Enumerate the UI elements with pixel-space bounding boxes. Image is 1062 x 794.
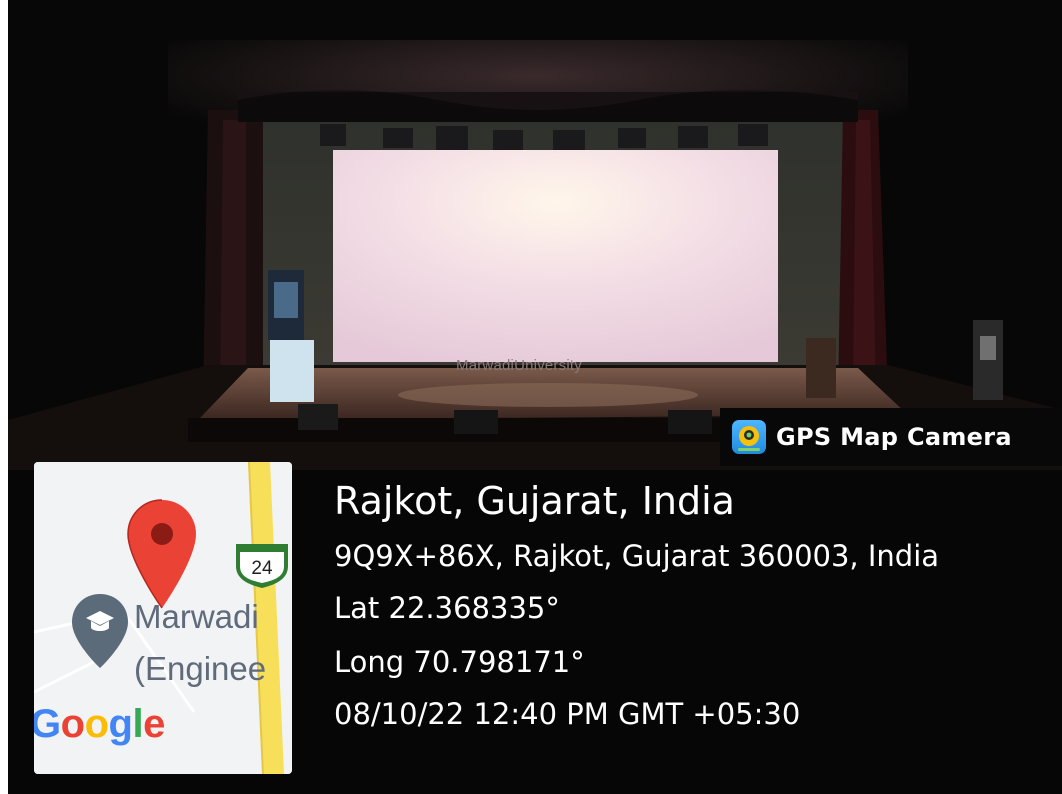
google-logo: Google <box>34 704 165 744</box>
google-logo-letter: e <box>143 702 165 746</box>
location-info-block: Rajkot, Gujarat, India 9Q9X+86X, Rajkot,… <box>334 479 939 729</box>
longitude-line: Long 70.798171° <box>334 645 585 679</box>
auditorium-stage-photo: MarwadiUniversity <box>8 0 1062 470</box>
address-line: 9Q9X+86X, Rajkot, Gujarat 360003, India <box>334 539 940 573</box>
latitude-line: Lat 22.368335° <box>334 591 560 625</box>
map-place-label-line2: (Enginee <box>134 650 267 687</box>
map-place-label-line1: Marwadi <box>134 598 259 635</box>
gps-map-camera-badge: GPS Map Camera <box>720 408 1062 466</box>
datetime-line: 08/10/22 12:40 PM GMT +05:30 <box>334 697 801 731</box>
stage-scene-graphic <box>8 0 1062 470</box>
gps-map-camera-app-icon <box>732 420 766 454</box>
location-title: Rajkot, Gujarat, India <box>334 479 735 523</box>
google-logo-letter: o <box>84 702 109 746</box>
google-logo-letter: g <box>108 702 133 746</box>
stage-branding-text: MarwadiUniversity <box>456 357 582 374</box>
map-thumbnail: 24 Marwadi (Enginee Google <box>34 462 292 774</box>
google-logo-letter: G <box>34 702 61 746</box>
route-shield-number: 24 <box>251 558 273 579</box>
gps-map-camera-label: GPS Map Camera <box>776 423 1012 451</box>
google-logo-letter: o <box>60 702 85 746</box>
google-logo-letter: l <box>132 702 144 746</box>
photo-frame: MarwadiUniversity GPS Map Camera 24 Marw… <box>8 0 1062 794</box>
